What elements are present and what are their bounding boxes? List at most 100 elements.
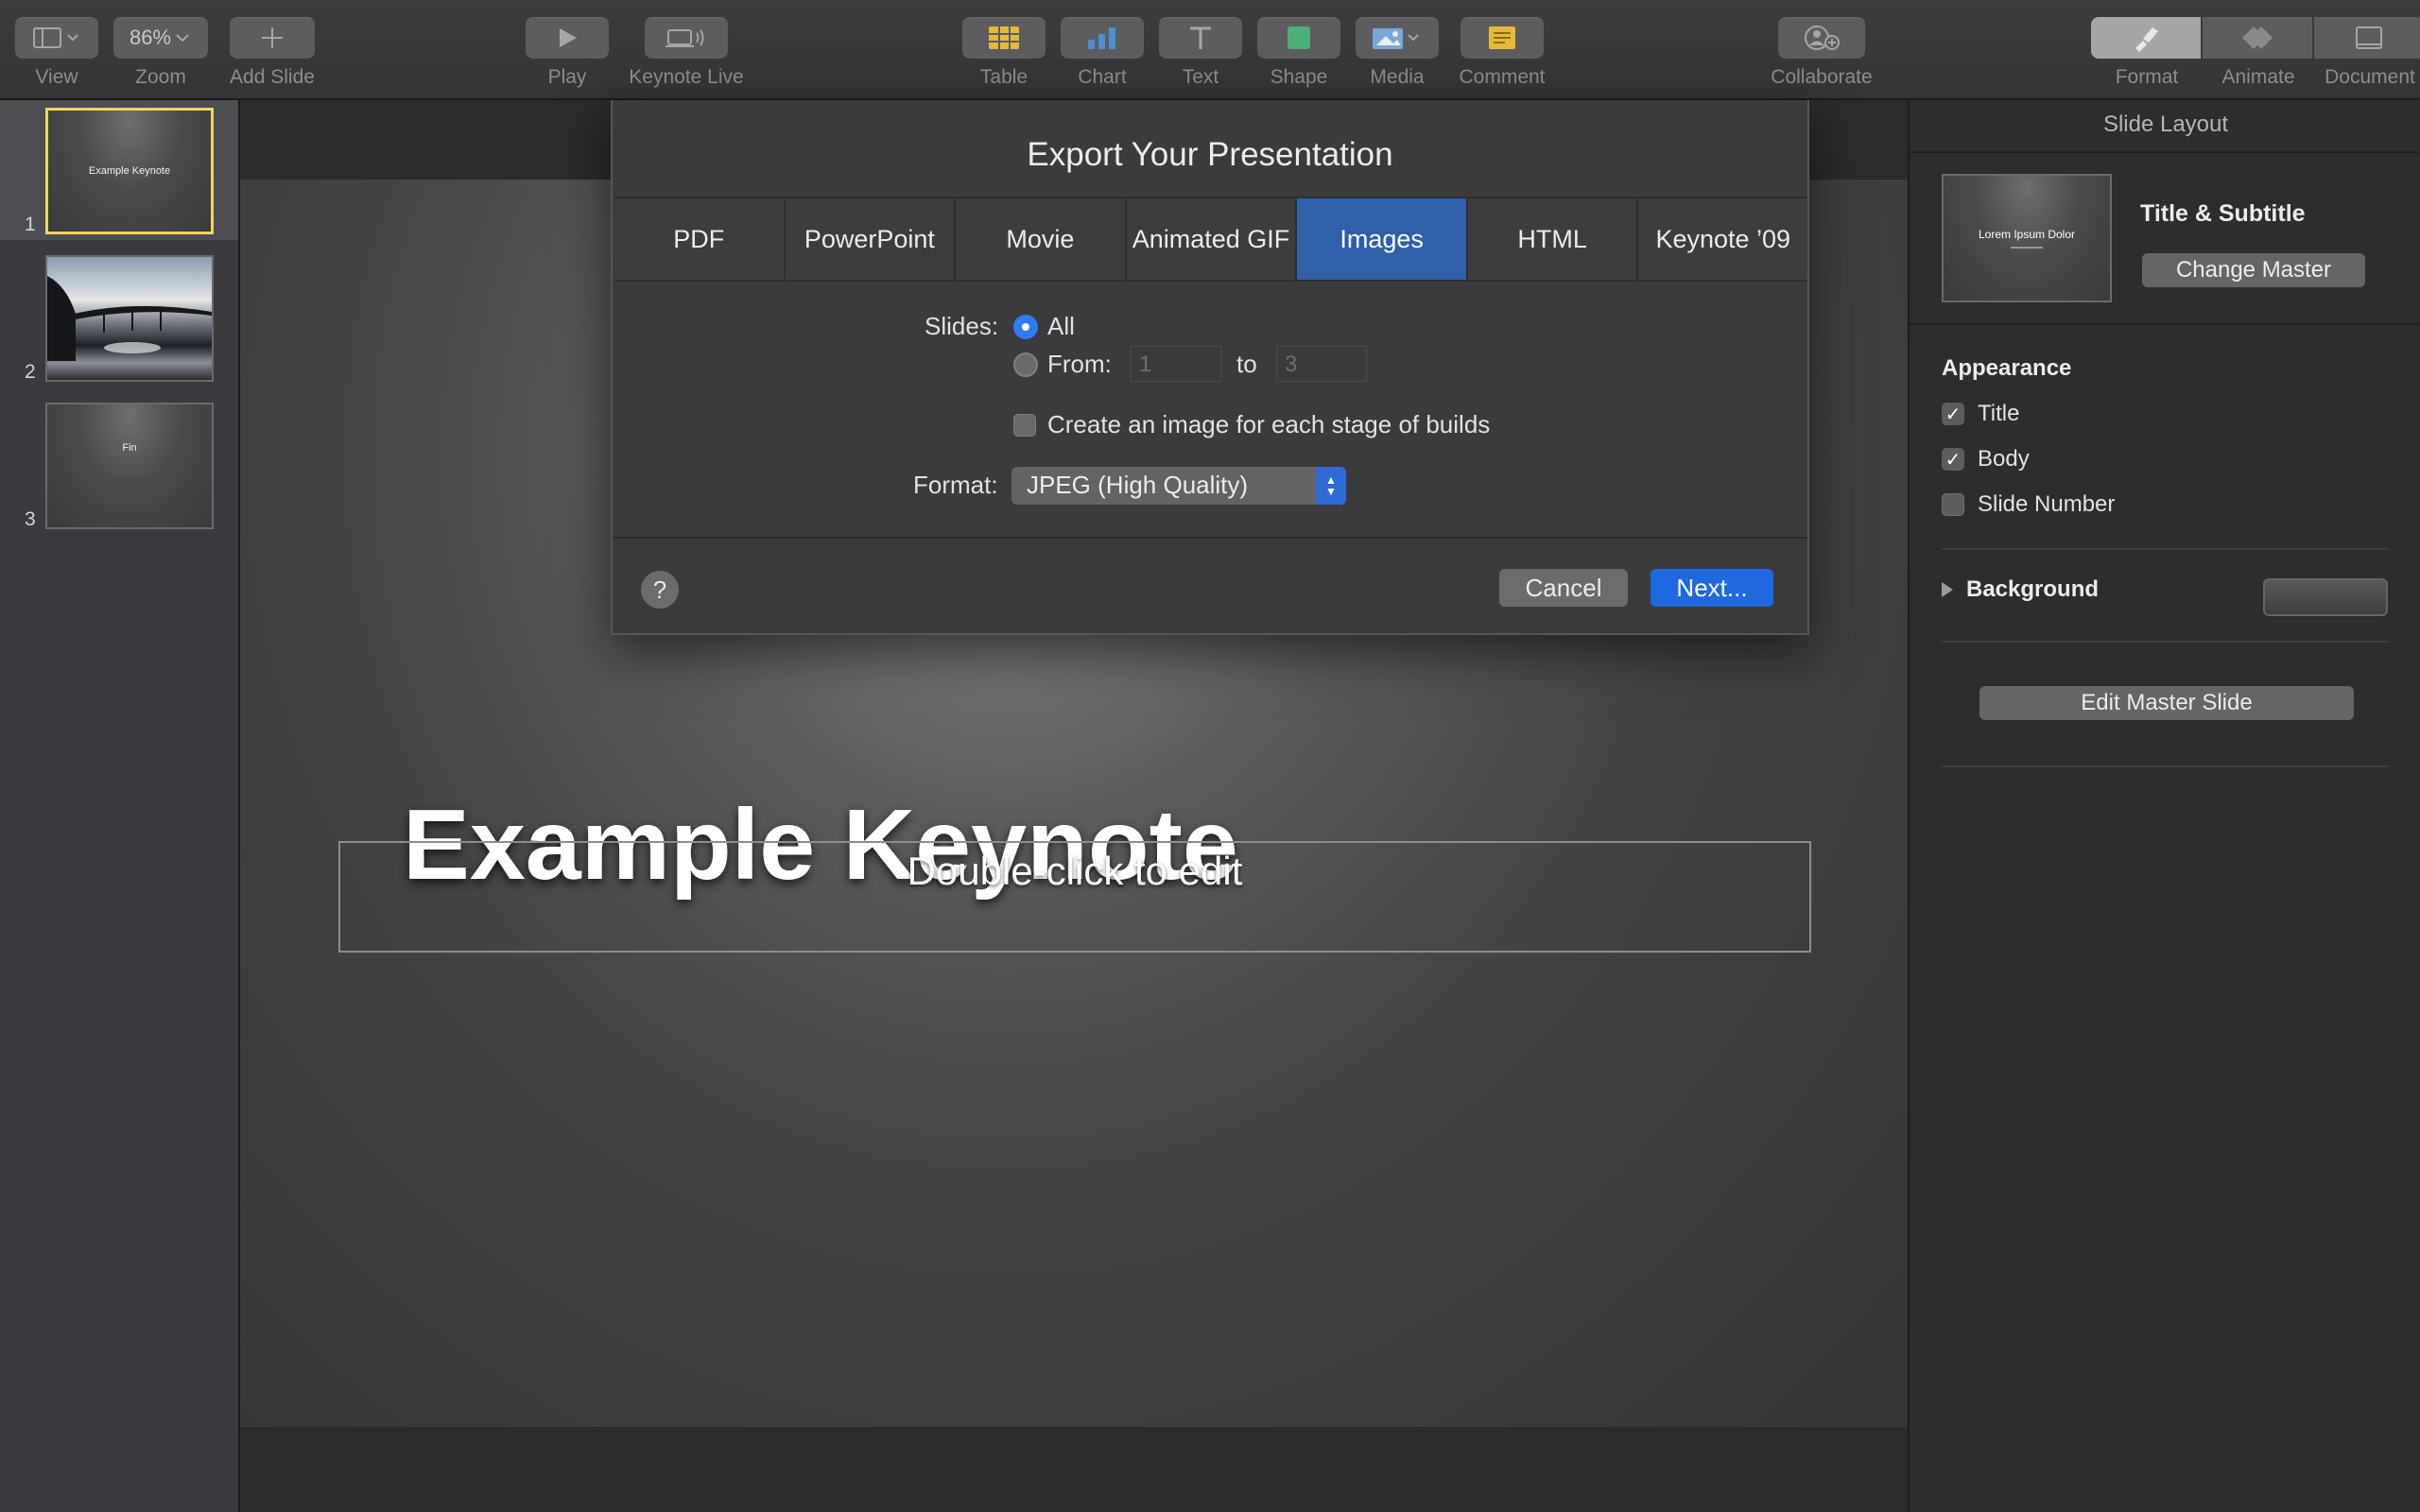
text-control[interactable]: Text — [1159, 17, 1242, 89]
document-tab-button[interactable] — [2314, 17, 2420, 59]
format-tab-button[interactable] — [2091, 17, 2203, 59]
tab-images[interactable]: Images — [1297, 198, 1468, 280]
inspector-segmented-control — [2091, 17, 2420, 59]
keynote-live-control[interactable]: Keynote Live — [620, 17, 752, 89]
table-label: Table — [979, 66, 1028, 88]
slide-thumbnail[interactable]: Example Keynote — [45, 108, 214, 234]
animate-tab-button[interactable] — [2203, 17, 2314, 59]
slide-number-checkbox-label: Slide Number — [1978, 491, 2116, 517]
builds-checkbox-label: Create an image for each stage of builds — [1047, 410, 1491, 438]
shape-control[interactable]: Shape — [1257, 17, 1340, 89]
zoom-button[interactable]: 86% — [113, 17, 208, 59]
table-icon — [989, 26, 1019, 49]
title-checkbox-row[interactable]: ✓ Title — [1942, 401, 2019, 427]
toolbar: View 86% Zoom Add Slide Play Keynote Liv… — [0, 0, 2420, 100]
body-checkbox[interactable]: ✓ — [1942, 448, 1964, 471]
to-slide-field[interactable]: 3 — [1276, 346, 1367, 382]
media-control[interactable]: Media — [1356, 17, 1439, 89]
tab-keynote-09[interactable]: Keynote ’09 — [1638, 198, 1808, 280]
zoom-value: 86% — [129, 26, 172, 49]
background-color-well[interactable] — [2263, 578, 2388, 616]
master-slide-thumbnail[interactable]: Lorem Ipsum Dolor — [1942, 174, 2112, 302]
divider — [1910, 151, 2420, 153]
builds-checkbox-row[interactable]: Create an image for each stage of builds — [1013, 410, 1490, 439]
view-button[interactable] — [15, 17, 98, 59]
export-dialog: Export Your Presentation PDF PowerPoint … — [611, 100, 1809, 635]
add-slide-label: Add Slide — [230, 66, 315, 88]
title-checkbox[interactable]: ✓ — [1942, 403, 1964, 425]
background-label: Background — [1966, 576, 2100, 602]
format-popup-value: JPEG (High Quality) — [1027, 471, 1249, 499]
from-radio[interactable] — [1013, 352, 1038, 377]
from-radio-row[interactable]: From: — [1013, 350, 1112, 379]
cancel-button[interactable]: Cancel — [1499, 569, 1628, 607]
tab-movie[interactable]: Movie — [956, 198, 1127, 280]
slide-thumbnail-row-1[interactable]: 1 Example Keynote — [0, 100, 238, 240]
appearance-heading: Appearance — [1942, 355, 2072, 381]
format-label: Format — [2115, 66, 2179, 88]
collaborate-button[interactable] — [1778, 17, 1865, 59]
builds-checkbox[interactable] — [1013, 413, 1036, 437]
divider — [1942, 641, 2390, 643]
next-button[interactable]: Next... — [1651, 569, 1773, 607]
tab-animated-gif[interactable]: Animated GIF — [1126, 198, 1298, 280]
play-control[interactable]: Play — [526, 17, 609, 89]
add-slide-control[interactable]: Add Slide — [225, 17, 320, 89]
media-button[interactable] — [1356, 17, 1439, 59]
master-name: Title & Subtitle — [2140, 200, 2306, 227]
help-button[interactable]: ? — [641, 571, 679, 609]
table-button[interactable] — [962, 17, 1046, 59]
slide-thumbnail-row-2[interactable]: 2 — [0, 248, 238, 387]
tab-pdf[interactable]: PDF — [614, 198, 786, 280]
master-thumb-text: Lorem Ipsum Dolor — [1978, 228, 2076, 241]
chevron-down-icon — [176, 34, 189, 43]
paintbrush-icon — [2135, 27, 2158, 52]
from-radio-label: From: — [1047, 350, 1112, 378]
format-popup[interactable]: JPEG (High Quality) ▲ ▼ — [1011, 467, 1346, 505]
dialog-title: Export Your Presentation — [1027, 136, 1393, 173]
shape-button[interactable] — [1257, 17, 1340, 59]
chart-control[interactable]: Chart — [1061, 17, 1144, 89]
play-button[interactable] — [526, 17, 609, 59]
slide-thumbnail-title: Fin — [122, 442, 137, 454]
zoom-control[interactable]: 86% Zoom — [113, 17, 208, 89]
edit-master-slide-button[interactable]: Edit Master Slide — [1979, 686, 2354, 720]
inspector-header: Slide Layout — [2102, 112, 2229, 137]
collaborate-icon — [1805, 26, 1840, 50]
chart-button[interactable] — [1061, 17, 1144, 59]
master-thumb-subtitle-line — [2011, 247, 2043, 249]
keynote-live-button[interactable] — [645, 17, 728, 59]
slide-body-placeholder[interactable]: Double-click to edit — [338, 841, 1811, 953]
slide-thumbnail[interactable]: Fin — [45, 403, 214, 529]
popup-stepper-icon: ▲ ▼ — [1316, 467, 1346, 505]
slide-thumbnail-title: Example Keynote — [88, 165, 171, 177]
inspector-tab-labels: Format Animate Document — [2091, 66, 2420, 89]
slide-number-checkbox-row[interactable]: Slide Number — [1942, 491, 2115, 518]
table-control[interactable]: Table — [962, 17, 1046, 89]
comment-button[interactable] — [1461, 17, 1544, 59]
view-control[interactable]: View — [15, 17, 98, 89]
shape-icon — [1288, 26, 1310, 49]
background-disclosure[interactable]: Background — [1942, 576, 2099, 603]
animate-label: Animate — [2221, 66, 2295, 88]
comment-icon — [1489, 26, 1515, 49]
divider — [1910, 323, 2420, 325]
add-slide-button[interactable] — [230, 17, 315, 59]
slide-number-checkbox[interactable] — [1942, 493, 1964, 516]
collaborate-control[interactable]: Collaborate — [1764, 17, 1879, 89]
slide-thumbnail[interactable] — [45, 255, 214, 382]
tab-powerpoint[interactable]: PowerPoint — [785, 198, 957, 280]
all-radio[interactable] — [1013, 314, 1038, 339]
all-radio-row[interactable]: All — [1013, 312, 1075, 341]
comment-control[interactable]: Comment — [1452, 17, 1552, 89]
view-label: View — [35, 66, 78, 88]
change-master-button[interactable]: Change Master — [2142, 253, 2365, 287]
text-icon — [1190, 26, 1211, 49]
tab-html[interactable]: HTML — [1467, 198, 1639, 280]
slide-thumbnail-row-3[interactable]: 3 Fin — [0, 395, 238, 535]
from-slide-field[interactable]: 1 — [1131, 346, 1221, 382]
slide-number: 2 — [25, 361, 36, 383]
text-button[interactable] — [1159, 17, 1242, 59]
body-checkbox-row[interactable]: ✓ Body — [1942, 446, 2030, 472]
play-label: Play — [547, 66, 587, 88]
